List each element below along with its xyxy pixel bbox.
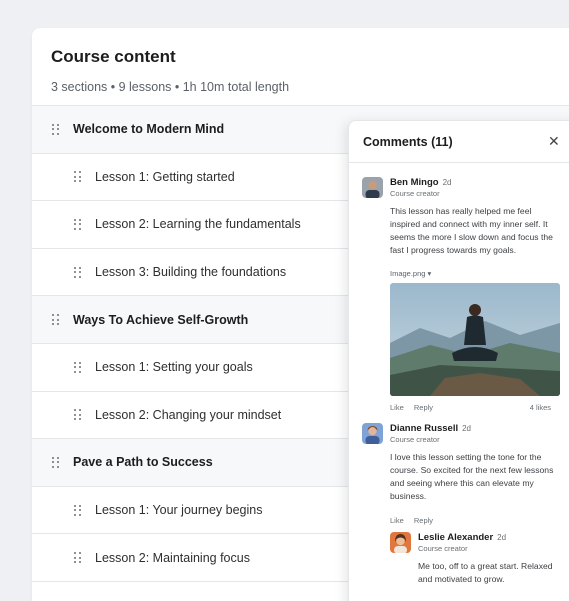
section-title: Welcome to Modern Mind xyxy=(73,122,225,137)
lesson-title: Lesson 2: Changing your mindset xyxy=(95,407,282,422)
comment-time: 2d xyxy=(442,178,452,187)
lesson-title: Lesson 2: Learning the fundamentals xyxy=(95,217,301,232)
drag-handle-icon[interactable] xyxy=(74,504,82,516)
comment-reply-item: Leslie Alexander 2d Course creator Me too… xyxy=(390,532,569,601)
lesson-title: Lesson 1: Getting started xyxy=(95,169,235,184)
comment-body: This lesson has really helped me feel in… xyxy=(390,206,553,255)
comment-time: 2d xyxy=(497,533,507,542)
drag-handle-icon[interactable] xyxy=(74,266,82,278)
comment-item: Ben Mingo 2d Course creator This lesson h… xyxy=(362,177,567,417)
lesson-title: Lesson 3: Building the foundations xyxy=(95,265,287,280)
lesson-title: Lesson 1: Setting your goals xyxy=(95,360,253,375)
course-summary: 3 sections • 9 lessons • 1h 10m total le… xyxy=(51,80,290,94)
comment-author: Leslie Alexander 2d xyxy=(418,532,507,543)
comment-role: Course creator xyxy=(390,189,440,198)
comment-actions: Like Reply xyxy=(390,516,441,525)
avatar xyxy=(362,423,383,444)
attachment-dropdown[interactable]: Image.png ▾ xyxy=(390,269,431,278)
comment-author: Ben Mingo 2d xyxy=(390,177,452,188)
comments-title: Comments (11) xyxy=(363,134,453,149)
lesson-title: Lesson 2: Maintaining focus xyxy=(95,550,250,565)
drag-handle-icon[interactable] xyxy=(52,314,60,326)
comment-role: Course creator xyxy=(418,544,468,553)
lesson-title: Lesson 1: Your journey begins xyxy=(95,503,263,518)
comment-time: 2d xyxy=(462,424,472,433)
like-button[interactable]: Like xyxy=(390,516,404,525)
drag-handle-icon[interactable] xyxy=(74,171,82,183)
section-title: Pave a Path to Success xyxy=(73,455,213,470)
avatar xyxy=(390,532,411,553)
chevron-down-icon: ▾ xyxy=(427,269,432,278)
drag-handle-icon[interactable] xyxy=(74,218,82,230)
reply-button[interactable]: Reply xyxy=(414,403,433,412)
like-count: 4 likes xyxy=(529,403,551,412)
drag-handle-icon[interactable] xyxy=(74,361,82,373)
comments-panel: Comments (11) ✕ Ben Mingo 2d Course creat… xyxy=(348,120,569,601)
reply-button[interactable]: Reply xyxy=(414,516,433,525)
drag-handle-icon[interactable] xyxy=(74,409,82,421)
attachment-name: Image.png xyxy=(390,269,426,278)
comment-body: Me too, off to a great start. Relaxed an… xyxy=(418,561,553,584)
comment-item: Dianne Russell 2d Course creator I love t… xyxy=(362,423,567,533)
comments-header: Comments (11) ✕ xyxy=(349,121,569,163)
like-button[interactable]: Like xyxy=(390,403,404,412)
attached-image[interactable] xyxy=(390,283,560,396)
course-content-header: Course content 3 sections • 9 lessons • … xyxy=(32,28,569,106)
drag-handle-icon[interactable] xyxy=(52,456,60,468)
page-title: Course content xyxy=(51,47,176,66)
drag-handle-icon[interactable] xyxy=(52,123,60,135)
comment-body: I love this lesson setting the tone for … xyxy=(390,452,554,501)
close-icon[interactable]: ✕ xyxy=(548,134,560,148)
section-title: Ways To Achieve Self-Growth xyxy=(73,312,249,327)
comment-role: Course creator xyxy=(390,435,440,444)
drag-handle-icon[interactable] xyxy=(74,552,82,564)
comment-author: Dianne Russell 2d xyxy=(390,423,472,434)
avatar xyxy=(362,177,383,198)
comment-actions: Like Reply xyxy=(390,403,441,412)
